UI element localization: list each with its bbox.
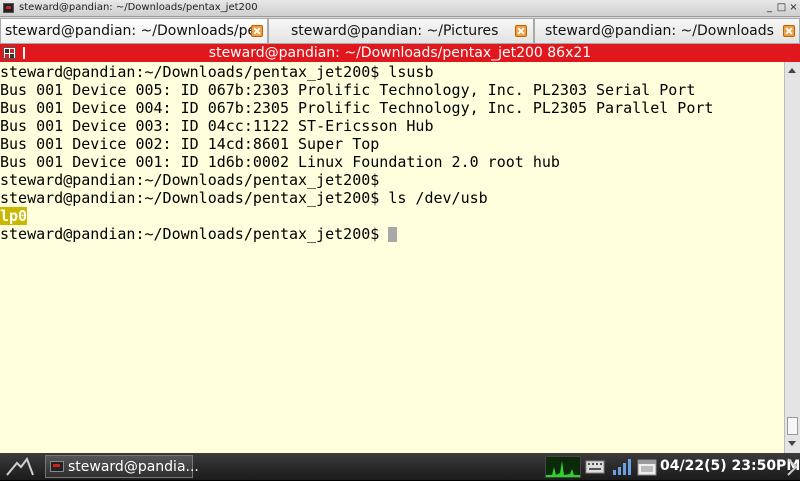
terminal-line: Bus 001 Device 004: ID 067b:2305 Prolifi…	[0, 99, 714, 117]
keyboard-icon[interactable]	[585, 460, 605, 474]
close-button[interactable]: ×	[788, 2, 799, 14]
terminal-menu-icon[interactable]	[3, 47, 16, 59]
window-titlebar[interactable]: steward@pandian: ~/Downloads/pentax_jet2…	[0, 0, 800, 17]
terminal-header-bar: steward@pandian: ~/Downloads/pentax_jet2…	[0, 44, 800, 62]
terminal-line-highlighted: lp0	[0, 207, 28, 225]
tab-label: steward@pandian: ~/Downloads	[545, 23, 774, 39]
network-signal-icon[interactable]	[612, 458, 632, 476]
terminal-line: Bus 001 Device 001: ID 1d6b:0002 Linux F…	[0, 153, 560, 171]
start-menu-icon	[6, 457, 34, 476]
taskbar-window-label: steward@pandia...	[68, 459, 199, 475]
terminal-line: Bus 001 Device 002: ID 14cd:8601 Super T…	[0, 135, 380, 153]
divider	[23, 47, 25, 59]
tab-pictures[interactable]: steward@pandian: ~/Pictures	[268, 18, 534, 43]
tab-label: steward@pandian: ~/Pictures	[291, 23, 499, 39]
tab-label: steward@pandian: ~/Downloads/pe	[5, 23, 257, 39]
scrollbar-thumb[interactable]	[787, 417, 798, 435]
show-desktop-icon[interactable]	[786, 457, 798, 477]
start-menu-button[interactable]	[0, 453, 40, 480]
terminal-line: steward@pandian:~/Downloads/pentax_jet20…	[0, 189, 488, 207]
tab-close-icon[interactable]	[515, 25, 527, 37]
scroll-down-arrow-icon[interactable]	[787, 438, 798, 449]
terminal-app-icon	[3, 3, 14, 13]
maximize-button[interactable]: □	[776, 2, 787, 14]
battery-calendar-icon[interactable]	[636, 457, 658, 477]
scroll-up-arrow-icon[interactable]	[787, 65, 798, 76]
terminal-line: steward@pandian:~/Downloads/pentax_jet20…	[0, 63, 434, 81]
taskbar-window-button[interactable]: steward@pandia...	[45, 455, 199, 478]
terminal-header-title: steward@pandian: ~/Downloads/pentax_jet2…	[208, 45, 592, 61]
clock[interactable]: 04/22(5) 23:50PM	[660, 458, 800, 474]
terminal-line: steward@pandian:~/Downloads/pentax_jet20…	[0, 171, 380, 189]
tab-bar: steward@pandian: ~/Downloads/pe steward@…	[0, 17, 800, 44]
terminal-output[interactable]: steward@pandian:~/Downloads/pentax_jet20…	[0, 62, 784, 453]
terminal-line: Bus 001 Device 005: ID 067b:2303 Prolifi…	[0, 81, 696, 99]
tab-close-icon[interactable]	[251, 25, 263, 37]
terminal-app-icon	[50, 461, 64, 472]
terminal-line: Bus 001 Device 003: ID 04cc:1122 ST-Eric…	[0, 117, 434, 135]
terminal-line: steward@pandian:~/Downloads/pentax_jet20…	[0, 225, 389, 243]
tab-close-icon[interactable]	[783, 25, 795, 37]
minimize-button[interactable]: _	[764, 2, 775, 14]
cpu-monitor-graph[interactable]	[545, 456, 581, 478]
taskbar: steward@pandia... 04/22(5) 23:50PM	[0, 453, 800, 480]
tab-downloads[interactable]: steward@pandian: ~/Downloads	[534, 18, 800, 43]
text-cursor	[388, 227, 397, 242]
terminal-scrollbar[interactable]	[784, 62, 800, 453]
window-title: steward@pandian: ~/Downloads/pentax_jet2…	[19, 2, 258, 13]
tab-downloads-pentax[interactable]: steward@pandian: ~/Downloads/pe	[0, 18, 268, 43]
